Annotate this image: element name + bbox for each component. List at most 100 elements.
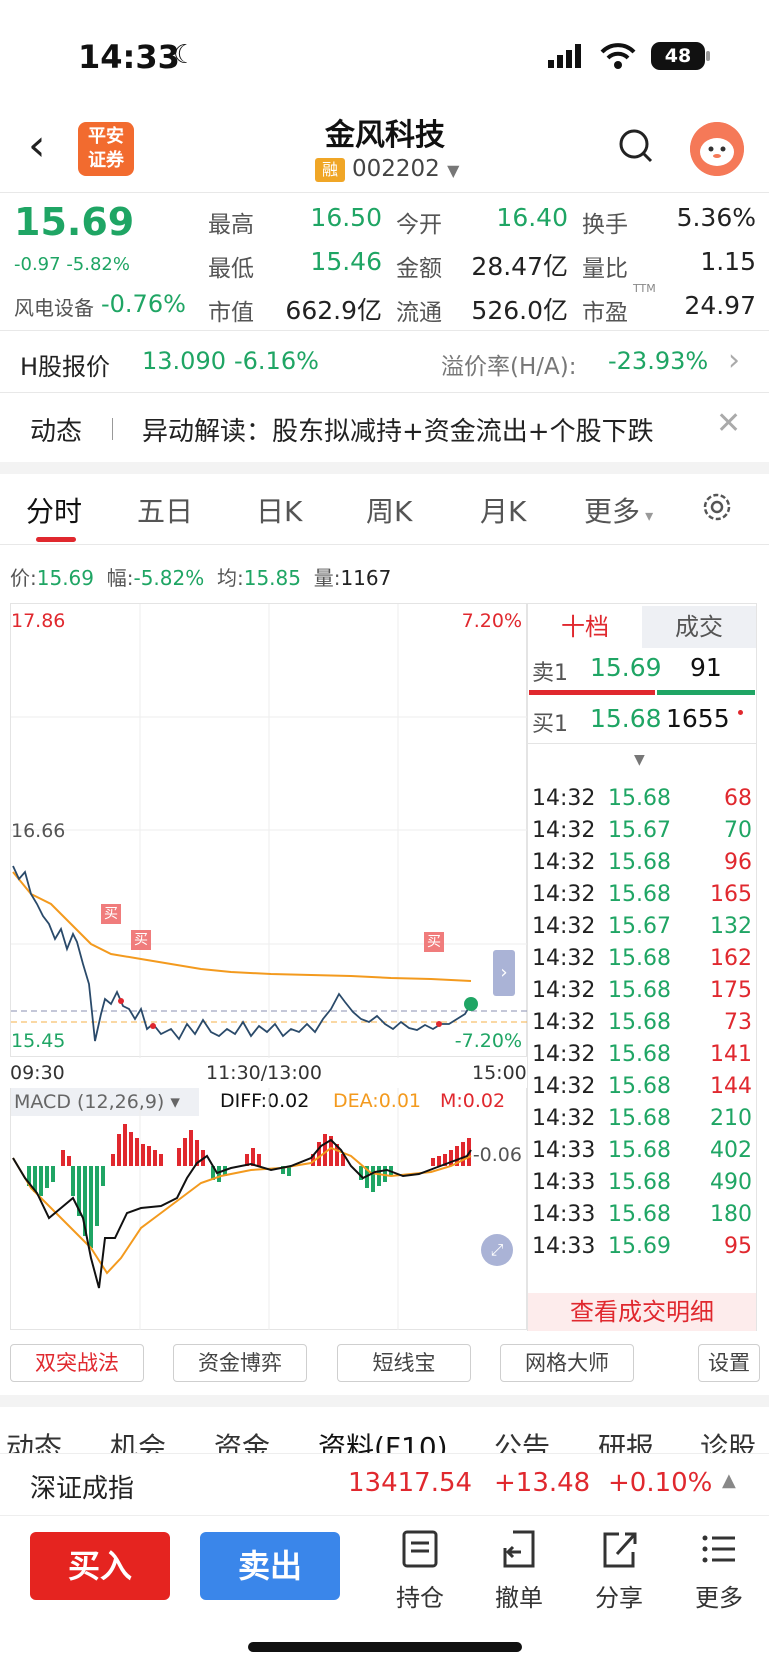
chevron-down-icon[interactable]: ▼ bbox=[634, 752, 645, 768]
volume-ratio-label: 量比 bbox=[582, 256, 628, 282]
divider bbox=[0, 392, 769, 393]
back-icon[interactable]: ‹ bbox=[28, 124, 46, 168]
divider bbox=[0, 192, 769, 193]
tab-five-day[interactable]: 五日 bbox=[137, 490, 193, 530]
grid-master-button[interactable]: 网格大师 bbox=[500, 1344, 634, 1382]
macd-axis-low: -0.06 bbox=[472, 1144, 522, 1166]
expand-up-icon[interactable]: ▲ bbox=[722, 1470, 736, 1491]
margin-badge: 融 bbox=[315, 158, 345, 182]
turnover-label: 换手 bbox=[582, 212, 628, 238]
sell1-label: 卖1 bbox=[532, 661, 568, 686]
index-change: +13.48 bbox=[494, 1468, 591, 1498]
chart-info-line: 价:15.69 幅:-5.82% 均:15.85 量:1167 bbox=[10, 566, 392, 590]
trade-time: 14:32 bbox=[532, 946, 596, 971]
trade-volume: 210 bbox=[710, 1106, 752, 1131]
tab-depth[interactable]: 十档 bbox=[528, 606, 642, 648]
holdings-icon bbox=[402, 1530, 438, 1568]
sector-name[interactable]: 风电设备 bbox=[14, 292, 94, 321]
y-axis-bottom: 15.45 bbox=[11, 1030, 66, 1052]
open-value: 16.40 bbox=[496, 203, 568, 232]
trade-price: 15.67 bbox=[608, 914, 671, 939]
fullscreen-icon[interactable]: ⤢ bbox=[481, 1234, 513, 1266]
trade-time: 14:32 bbox=[532, 1042, 596, 1067]
section-divider bbox=[0, 1395, 769, 1407]
trade-time: 14:32 bbox=[532, 1010, 596, 1035]
stock-code-selector[interactable]: 002202 ▼ bbox=[352, 156, 459, 182]
trade-price: 15.68 bbox=[608, 1138, 671, 1163]
trade-volume: 490 bbox=[710, 1170, 752, 1195]
trade-volume: 96 bbox=[724, 850, 752, 875]
market-cap-label: 市值 bbox=[208, 300, 254, 326]
y-axis-mid: 16.66 bbox=[11, 820, 66, 842]
cancel-order-button[interactable]: 撤单 bbox=[479, 1528, 559, 1613]
trade-time: 14:33 bbox=[532, 1170, 596, 1195]
buy1-label: 买1 bbox=[532, 712, 568, 737]
chevron-right-icon[interactable]: › bbox=[728, 343, 740, 378]
index-name: 深证成指 bbox=[30, 1474, 135, 1504]
trade-time: 14:32 bbox=[532, 1074, 596, 1099]
buy-signal-marker[interactable]: 买 bbox=[101, 904, 121, 924]
stock-name: 金风科技 bbox=[325, 118, 445, 153]
search-icon[interactable] bbox=[618, 128, 654, 164]
index-pct: +0.10% bbox=[608, 1468, 713, 1498]
settings-button[interactable]: 设置 bbox=[698, 1344, 760, 1382]
cancel-order-icon bbox=[503, 1530, 535, 1568]
wifi-icon bbox=[600, 43, 636, 69]
tab-intraday[interactable]: 分时 bbox=[26, 490, 82, 530]
moon-icon: ☾ bbox=[173, 40, 197, 70]
section-divider bbox=[0, 462, 769, 474]
view-trade-details-link[interactable]: 查看成交明细 bbox=[528, 1293, 756, 1331]
divider bbox=[0, 330, 769, 331]
trade-time: 14:32 bbox=[532, 850, 596, 875]
expand-panel-icon[interactable]: › bbox=[493, 950, 515, 996]
battery-tip bbox=[706, 51, 710, 61]
index-value: 13417.54 bbox=[348, 1468, 473, 1498]
amount-value: 28.47亿 bbox=[471, 252, 568, 281]
volume-ratio-value: 1.15 bbox=[700, 247, 756, 276]
buy-button[interactable]: 买入 bbox=[30, 1532, 170, 1600]
tab-trades[interactable]: 成交 bbox=[642, 606, 756, 648]
gear-icon[interactable] bbox=[700, 490, 734, 524]
avatar[interactable] bbox=[690, 122, 744, 176]
buy-signal-marker[interactable]: 买 bbox=[424, 932, 444, 952]
hshare-pct: -6.16% bbox=[234, 347, 319, 375]
share-button[interactable]: 分享 bbox=[579, 1528, 659, 1613]
short-term-button[interactable]: 短线宝 bbox=[337, 1344, 471, 1382]
low-value: 15.46 bbox=[310, 247, 382, 276]
update-dot bbox=[738, 710, 743, 715]
low-label: 最低 bbox=[208, 256, 254, 282]
holdings-button[interactable]: 持仓 bbox=[380, 1528, 460, 1613]
tab-daily-k[interactable]: 日K bbox=[256, 490, 302, 530]
trade-price: 15.68 bbox=[608, 978, 671, 1003]
trade-price: 15.68 bbox=[608, 946, 671, 971]
tab-monthly-k[interactable]: 月K bbox=[480, 490, 526, 530]
capital-game-button[interactable]: 资金博弈 bbox=[173, 1344, 307, 1382]
sell-button[interactable]: 卖出 bbox=[200, 1532, 340, 1600]
home-indicator[interactable] bbox=[248, 1642, 522, 1652]
sector-change: -0.76% bbox=[101, 290, 186, 318]
sell1-price: 15.69 bbox=[590, 653, 662, 682]
sell1-volume: 91 bbox=[690, 653, 722, 682]
high-value: 16.50 bbox=[310, 203, 382, 232]
buy1-volume: 1655 bbox=[666, 704, 730, 733]
buy-signal-marker[interactable]: 买 bbox=[131, 930, 151, 950]
tab-more[interactable]: 更多 ▾ bbox=[584, 490, 653, 530]
trade-time: 14:33 bbox=[532, 1138, 596, 1163]
news-tag[interactable]: 动态 bbox=[30, 411, 82, 448]
trade-volume: 132 bbox=[710, 914, 752, 939]
trade-time: 14:32 bbox=[532, 914, 596, 939]
close-icon[interactable]: ✕ bbox=[716, 406, 741, 441]
macd-chart[interactable]: -0.06 ⤢ bbox=[10, 1088, 527, 1330]
tab-weekly-k[interactable]: 周K bbox=[366, 490, 412, 530]
news-headline[interactable]: 异动解读：股东拟减持+资金流出+个股下跌 bbox=[142, 411, 654, 448]
x-axis-mid: 11:30/13:00 bbox=[206, 1062, 322, 1084]
more-icon bbox=[702, 1535, 735, 1563]
turnover-value: 5.36% bbox=[676, 203, 756, 232]
hshare-label: H股报价 bbox=[20, 353, 111, 381]
more-button[interactable]: 更多 bbox=[679, 1528, 759, 1613]
trade-price: 15.68 bbox=[608, 786, 671, 811]
pct-axis-top: 7.20% bbox=[461, 610, 522, 632]
news-separator bbox=[112, 418, 113, 440]
strategy-button[interactable]: 双突战法 bbox=[10, 1344, 144, 1382]
intraday-chart[interactable]: 买 买 买 17.86 16.66 15.45 7.20% -7.20% › bbox=[10, 603, 528, 1058]
